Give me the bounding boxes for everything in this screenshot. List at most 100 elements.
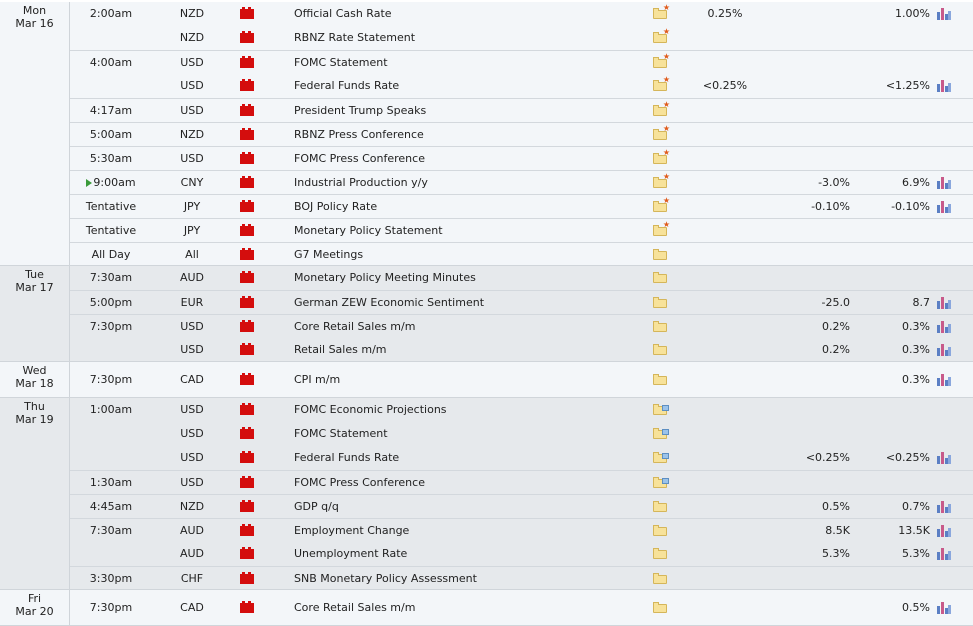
event-name[interactable]: Core Retail Sales m/m — [294, 315, 644, 339]
event-row[interactable]: AUD Unemployment Rate 5.3% 5.3% — [70, 542, 973, 566]
event-row[interactable]: NZD RBNZ Rate Statement ★ — [70, 26, 973, 50]
detail-folder-icon[interactable] — [653, 428, 669, 439]
event-row[interactable]: Tentative JPY Monetary Policy Statement ★ — [70, 218, 973, 242]
history-chart-icon[interactable] — [937, 297, 951, 309]
event-row[interactable]: 4:00am USD FOMC Statement ★ — [70, 50, 973, 74]
event-name[interactable]: FOMC Press Conference — [294, 147, 644, 171]
event-name[interactable]: G7 Meetings — [294, 243, 644, 267]
event-row[interactable]: 1:00am USD FOMC Economic Projections — [70, 398, 973, 422]
importance-icon — [240, 152, 254, 164]
event-row[interactable]: 1:30am USD FOMC Press Conference — [70, 470, 973, 494]
detail-folder-icon[interactable] — [653, 404, 669, 415]
detail-folder-icon[interactable]: ★ — [653, 197, 670, 212]
event-row[interactable]: 7:30pm CAD CPI m/m 0.3% — [70, 368, 973, 392]
detail-folder-icon[interactable]: ★ — [653, 53, 670, 68]
event-row[interactable]: 7:30pm USD Core Retail Sales m/m 0.2% 0.3% — [70, 314, 973, 338]
event-row[interactable]: All Day All G7 Meetings — [70, 242, 973, 266]
event-row[interactable]: 4:17am USD President Trump Speaks ★ — [70, 98, 973, 122]
event-row[interactable]: Tentative JPY BOJ Policy Rate ★ -0.10% -0.10% — [70, 194, 973, 218]
event-name[interactable]: Industrial Production y/y — [294, 171, 644, 195]
event-forecast: 5.3% — [822, 547, 850, 560]
detail-folder-icon[interactable] — [653, 272, 667, 283]
detail-folder-icon[interactable] — [653, 602, 667, 613]
event-row[interactable]: 7:30am AUD Employment Change 8.5K 13.5K — [70, 518, 973, 542]
event-row[interactable]: 5:00pm EUR German ZEW Economic Sentiment -2… — [70, 290, 973, 314]
detail-folder-icon[interactable] — [653, 374, 667, 385]
event-row[interactable]: USD FOMC Statement — [70, 422, 973, 446]
detail-folder-icon[interactable] — [653, 249, 667, 260]
history-chart-icon[interactable] — [937, 201, 951, 213]
event-name[interactable]: RBNZ Press Conference — [294, 123, 644, 147]
event-name[interactable]: Monetary Policy Statement — [294, 219, 644, 243]
history-chart-icon[interactable] — [937, 501, 951, 513]
event-previous: 0.7% — [902, 500, 930, 513]
event-row[interactable]: 4:45am NZD GDP q/q 0.5% 0.7% — [70, 494, 973, 518]
event-name[interactable]: CPI m/m — [294, 368, 644, 392]
detail-folder-icon[interactable]: ★ — [653, 4, 670, 19]
detail-folder-icon[interactable] — [653, 525, 667, 536]
event-row[interactable]: 5:30am USD FOMC Press Conference ★ — [70, 146, 973, 170]
detail-folder-icon[interactable]: ★ — [653, 173, 670, 188]
event-row[interactable]: 2:00am NZD Official Cash Rate ★ 0.25% 1.00% — [70, 2, 973, 26]
event-name[interactable]: FOMC Economic Projections — [294, 398, 644, 422]
history-chart-icon[interactable] — [937, 452, 951, 464]
detail-folder-icon[interactable] — [653, 321, 667, 332]
detail-folder-icon[interactable]: ★ — [653, 28, 670, 43]
event-row[interactable]: 3:30pm CHF SNB Monetary Policy Assessment — [70, 566, 973, 590]
detail-folder-icon[interactable] — [653, 297, 667, 308]
detail-folder-icon[interactable]: ★ — [653, 149, 670, 164]
event-name[interactable]: Monetary Policy Meeting Minutes — [294, 266, 644, 290]
event-name[interactable]: FOMC Press Conference — [294, 471, 644, 495]
event-name[interactable]: German ZEW Economic Sentiment — [294, 291, 644, 315]
detail-folder-icon[interactable] — [653, 548, 667, 559]
detail-folder-icon[interactable] — [653, 344, 667, 355]
event-name[interactable]: RBNZ Rate Statement — [294, 26, 644, 50]
event-name[interactable]: Unemployment Rate — [294, 542, 644, 566]
event-name[interactable]: FOMC Statement — [294, 422, 644, 446]
event-actual — [670, 243, 780, 267]
event-row[interactable]: USD Federal Funds Rate <0.25% <0.25% — [70, 446, 973, 470]
event-name[interactable]: Core Retail Sales m/m — [294, 596, 644, 620]
chart-bar — [941, 525, 944, 537]
event-name[interactable]: President Trump Speaks — [294, 99, 644, 123]
detail-folder-icon[interactable] — [653, 501, 667, 512]
detail-folder-icon[interactable] — [653, 477, 669, 488]
history-chart-icon[interactable] — [937, 321, 951, 333]
history-chart-icon[interactable] — [937, 80, 951, 92]
history-chart-icon[interactable] — [937, 525, 951, 537]
event-forecast — [770, 74, 850, 98]
event-name[interactable]: FOMC Statement — [294, 51, 644, 75]
detail-folder-icon[interactable]: ★ — [653, 125, 670, 140]
importance-high-icon — [240, 7, 254, 19]
event-name[interactable]: BOJ Policy Rate — [294, 195, 644, 219]
history-chart-icon[interactable] — [937, 8, 951, 20]
detail-folder-icon[interactable]: ★ — [653, 221, 670, 236]
detail-folder-icon[interactable]: ★ — [653, 101, 670, 116]
history-chart-icon[interactable] — [937, 177, 951, 189]
event-forecast — [770, 147, 850, 171]
event-row[interactable]: 9:00am CNY Industrial Production y/y ★ -3.0%… — [70, 170, 973, 194]
importance-high-icon — [240, 271, 254, 283]
history-chart-icon[interactable] — [937, 548, 951, 560]
event-forecast: 0.2% — [822, 343, 850, 356]
event-currency: CAD — [180, 373, 204, 386]
event-row[interactable]: 7:30am AUD Monetary Policy Meeting Minutes — [70, 266, 973, 290]
event-name[interactable]: Employment Change — [294, 519, 644, 543]
event-row[interactable]: USD Retail Sales m/m 0.2% 0.3% — [70, 338, 973, 362]
history-chart-icon[interactable] — [937, 344, 951, 356]
day-label: Thu Mar 19 — [0, 398, 70, 589]
event-name[interactable]: SNB Monetary Policy Assessment — [294, 567, 644, 591]
event-name[interactable]: Federal Funds Rate — [294, 74, 644, 98]
event-name[interactable]: Federal Funds Rate — [294, 446, 644, 470]
event-name[interactable]: GDP q/q — [294, 495, 644, 519]
event-row[interactable]: 5:00am NZD RBNZ Press Conference ★ — [70, 122, 973, 146]
event-name[interactable]: Retail Sales m/m — [294, 338, 644, 362]
detail-folder-icon[interactable] — [653, 452, 669, 463]
history-chart-icon[interactable] — [937, 602, 951, 614]
event-row[interactable]: 7:30pm CAD Core Retail Sales m/m 0.5% — [70, 596, 973, 620]
event-name[interactable]: Official Cash Rate — [294, 2, 644, 26]
detail-folder-icon[interactable]: ★ — [653, 76, 670, 91]
event-row[interactable]: USD Federal Funds Rate ★ <0.25% <1.25% — [70, 74, 973, 98]
detail-folder-icon[interactable] — [653, 573, 667, 584]
history-chart-icon[interactable] — [937, 374, 951, 386]
